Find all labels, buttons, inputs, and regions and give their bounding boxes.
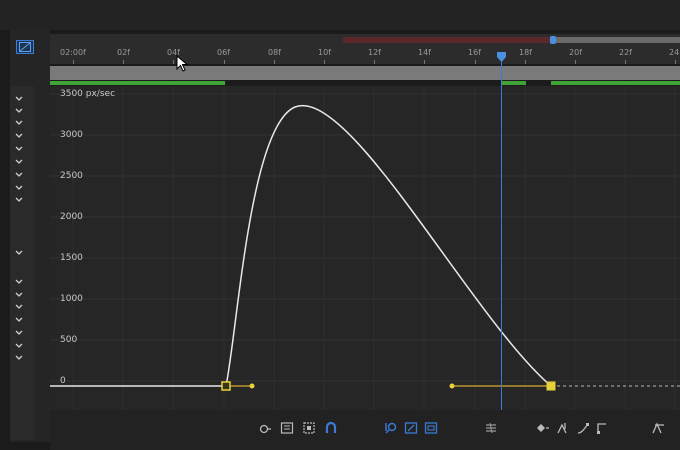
ruler-tick bbox=[374, 60, 375, 64]
work-area-handle[interactable] bbox=[550, 36, 556, 44]
eye-icon[interactable] bbox=[258, 420, 272, 434]
ruler-tick-label: 14f bbox=[418, 48, 431, 57]
render-cache-bar bbox=[551, 81, 680, 85]
y-axis-label: 3000 bbox=[60, 130, 83, 140]
ruler-tick bbox=[625, 60, 626, 64]
ruler-tick-label: 12f bbox=[368, 48, 381, 57]
ruler-tick bbox=[173, 60, 174, 64]
keyframe-start[interactable] bbox=[221, 381, 231, 391]
graph-canvas[interactable] bbox=[50, 86, 680, 410]
chevron-down-icon[interactable] bbox=[14, 190, 24, 202]
chevron-down-icon[interactable] bbox=[14, 165, 24, 177]
chevron-down-icon[interactable] bbox=[14, 285, 24, 297]
frame-icon[interactable] bbox=[424, 420, 438, 434]
comp-navigator-bar[interactable] bbox=[50, 66, 680, 80]
ruler-tick-label: 20f bbox=[569, 48, 582, 57]
ruler-tick-label: 02:00f bbox=[60, 48, 86, 57]
render-cache-bar bbox=[50, 81, 225, 85]
ruler-tick bbox=[324, 60, 325, 64]
keyframe-in-handle[interactable] bbox=[449, 383, 455, 389]
keyframe-out-handle[interactable] bbox=[249, 383, 255, 389]
y-axis-label: 2000 bbox=[60, 212, 83, 222]
ruler-tick-label: 02f bbox=[117, 48, 130, 57]
y-axis-label: 1000 bbox=[60, 294, 83, 304]
current-time-indicator-head[interactable] bbox=[496, 48, 507, 62]
easy-ease-out-icon[interactable] bbox=[596, 420, 610, 434]
chevron-down-icon[interactable] bbox=[14, 139, 24, 151]
y-axis-label: 3500 px/sec bbox=[60, 89, 116, 99]
current-time-indicator-line[interactable] bbox=[501, 52, 502, 410]
ruler-tick bbox=[224, 60, 225, 64]
ruler-tick bbox=[675, 60, 676, 64]
render-cache-bar bbox=[501, 81, 526, 85]
chevron-down-icon[interactable] bbox=[14, 178, 24, 190]
easy-ease-in-icon[interactable] bbox=[576, 420, 590, 434]
ruler-tick-label: 24 bbox=[669, 48, 680, 57]
work-area-bar-end[interactable] bbox=[553, 37, 680, 43]
ruler-tick-label: 06f bbox=[217, 48, 230, 57]
chevron-down-icon[interactable] bbox=[14, 336, 24, 348]
graph-editor-toggle-button[interactable] bbox=[16, 40, 34, 54]
chevron-down-icon[interactable] bbox=[14, 348, 24, 360]
ruler-tick bbox=[123, 60, 124, 64]
chevron-down-icon[interactable] bbox=[14, 243, 24, 255]
y-axis-label: 2500 bbox=[60, 171, 83, 181]
chevron-down-icon[interactable] bbox=[14, 101, 24, 113]
speed-graph-curve[interactable] bbox=[225, 104, 552, 387]
graph-editor: 02:00f 02f 04f 06f 08f 10f 12f 14f 16f 1… bbox=[0, 0, 680, 450]
graph-type-icon[interactable] bbox=[280, 420, 294, 434]
mouse-cursor-icon bbox=[176, 54, 190, 73]
chevron-down-icon[interactable] bbox=[14, 89, 24, 101]
ruler-tick bbox=[525, 60, 526, 64]
chevron-down-icon[interactable] bbox=[14, 272, 24, 284]
chevron-down-icon[interactable] bbox=[14, 297, 24, 309]
top-bar bbox=[0, 0, 680, 30]
grid bbox=[50, 86, 680, 410]
ruler-tick bbox=[274, 60, 275, 64]
ruler-tick-label: 18f bbox=[519, 48, 532, 57]
y-axis-label: 0 bbox=[60, 376, 66, 386]
fit-selection-icon[interactable] bbox=[302, 420, 316, 434]
y-axis-label: 1500 bbox=[60, 253, 83, 263]
graph-area[interactable] bbox=[50, 86, 680, 410]
ruler-tick-label: 10f bbox=[318, 48, 331, 57]
ease-icon[interactable] bbox=[556, 420, 570, 434]
chevron-down-icon[interactable] bbox=[14, 126, 24, 138]
ruler-tick bbox=[73, 60, 74, 64]
ruler-tick bbox=[424, 60, 425, 64]
chevron-down-icon[interactable] bbox=[14, 152, 24, 164]
keyframe-end[interactable] bbox=[546, 381, 556, 391]
ruler-tick-label: 16f bbox=[468, 48, 481, 57]
fit-all-icon[interactable] bbox=[404, 420, 418, 434]
convert-keyframe-icon[interactable] bbox=[652, 420, 666, 434]
ruler-tick bbox=[475, 60, 476, 64]
work-area-bar[interactable] bbox=[343, 37, 553, 43]
chevron-down-icon[interactable] bbox=[14, 323, 24, 335]
ruler-tick-label: 08f bbox=[268, 48, 281, 57]
snap-icon[interactable] bbox=[324, 420, 338, 434]
keyframe-icon[interactable] bbox=[536, 420, 550, 434]
y-axis-label: 500 bbox=[60, 335, 78, 345]
ruler-tick-label: 22f bbox=[619, 48, 632, 57]
chevron-down-icon[interactable] bbox=[14, 310, 24, 322]
separate-dimensions-icon[interactable] bbox=[484, 420, 498, 434]
zoom-icon[interactable] bbox=[384, 420, 398, 434]
ruler-tick bbox=[575, 60, 576, 64]
chevron-down-icon[interactable] bbox=[14, 113, 24, 125]
